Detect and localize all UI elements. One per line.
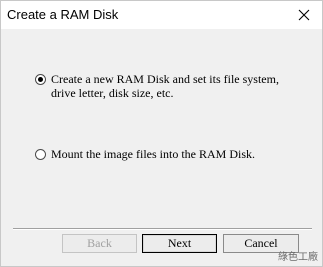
window-title: Create a RAM Disk [7, 7, 119, 22]
watermark-logo: 綠色工廠 [278, 252, 318, 263]
title-bar: Create a RAM Disk [1, 1, 322, 29]
create-ram-disk-dialog: Create a RAM Disk Create a new RAM Disk … [0, 0, 323, 267]
option-create-new-ram-disk[interactable]: Create a new RAM Disk and set its file s… [35, 72, 305, 102]
dialog-content: Create a new RAM Disk and set its file s… [1, 29, 322, 266]
radio-create-new-ram-disk[interactable] [35, 74, 46, 85]
button-separator [13, 228, 312, 230]
close-button[interactable] [290, 2, 318, 28]
radio-mount-image-files[interactable] [35, 149, 46, 160]
next-button[interactable]: Next [142, 234, 217, 253]
option-mount-image-files-label[interactable]: Mount the image files into the RAM Disk. [51, 147, 303, 161]
back-button[interactable]: Back [62, 234, 137, 253]
close-icon [298, 9, 310, 21]
option-create-new-ram-disk-label[interactable]: Create a new RAM Disk and set its file s… [51, 72, 303, 100]
option-mount-image-files[interactable]: Mount the image files into the RAM Disk. [35, 147, 305, 163]
